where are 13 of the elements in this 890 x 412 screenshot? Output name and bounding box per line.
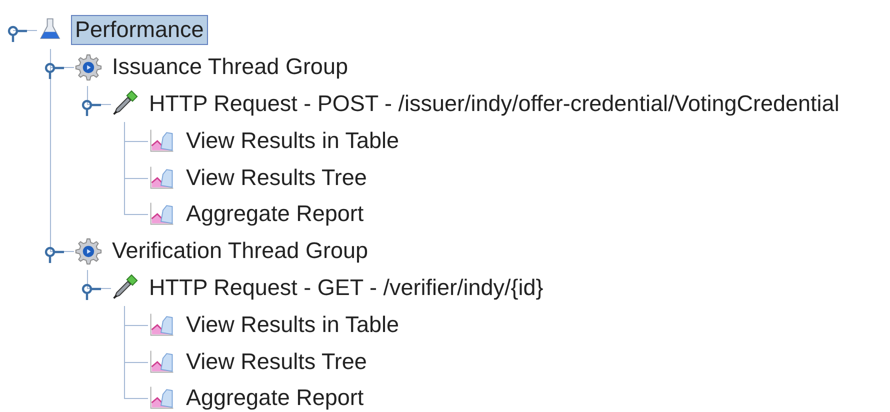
tree-node-label[interactable]: HTTP Request - GET - /verifier/indy/{id} [145,272,548,303]
tree-node-label[interactable]: HTTP Request - POST - /issuer/indy/offer-credential/VotingCredential [145,88,844,119]
tree-node-label[interactable]: Aggregate Report [182,199,368,230]
tree-node-label[interactable]: Performance [71,15,208,46]
tree-node-label[interactable]: Aggregate Report [182,383,368,412]
tree-node-label[interactable]: View Results Tree [182,346,371,377]
tree-node-label[interactable]: View Results in Table [182,126,404,156]
tree-node-label[interactable]: Issuance Thread Group [108,52,352,82]
gear-icon [74,237,102,266]
tree-node-label[interactable]: Verification Thread Group [108,236,372,266]
tree-node-label[interactable]: View Results Tree [182,162,371,193]
gear-icon [74,53,102,82]
tree-node-label[interactable]: View Results in Table [182,310,404,340]
